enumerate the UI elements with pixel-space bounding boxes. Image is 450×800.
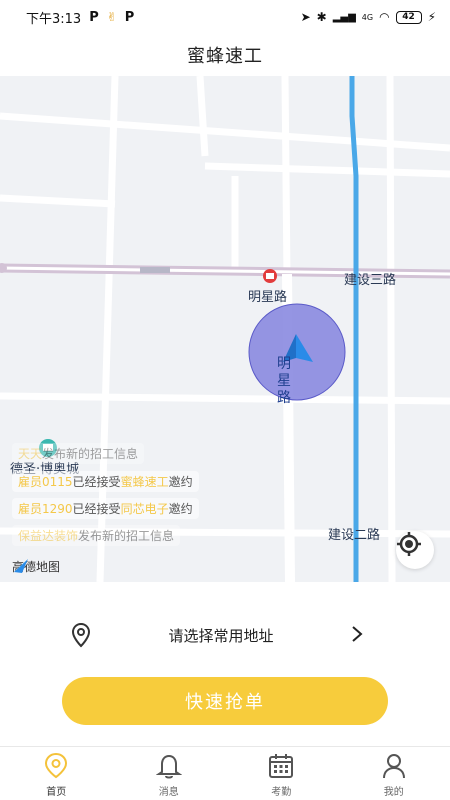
tab-home[interactable]: 首页 bbox=[0, 747, 113, 800]
page-title: 蜜蜂速工 bbox=[187, 46, 263, 67]
battery-icon: 42 bbox=[395, 10, 422, 24]
tab-mine[interactable]: 我的 bbox=[338, 747, 450, 800]
bee-app-icon: ✌ bbox=[106, 10, 117, 24]
amap-attribution: 高德地图 bbox=[12, 558, 60, 575]
status-time: 下午3:13 bbox=[26, 11, 82, 27]
location-arrow-icon: ➤ bbox=[300, 10, 311, 24]
page-title-bar: 蜜蜂速工 bbox=[0, 34, 450, 76]
user-icon bbox=[382, 754, 405, 779]
address-label: 请选择常用地址 bbox=[168, 626, 274, 645]
parking-app-icon: P bbox=[89, 9, 99, 25]
quick-grab-order-button[interactable]: 快速抢单 bbox=[62, 677, 388, 725]
parking-app-icon-2: P bbox=[124, 9, 135, 25]
amap-logo-icon bbox=[14, 559, 28, 573]
ticker-item: 天天发布新的招工信息 bbox=[12, 443, 145, 464]
tab-label: 首页 bbox=[46, 787, 67, 798]
wifi-icon: ◠ bbox=[379, 10, 390, 24]
tab-label: 消息 bbox=[158, 787, 179, 798]
map-view[interactable]: 建设三路 明星路 明星路 建设二路 德圣·博奥城 天天发布新的招工信息 雇员01… bbox=[0, 76, 450, 582]
ticker-item: 保益达装饰发布新的招工信息 bbox=[12, 525, 181, 546]
network-type: 4G bbox=[361, 12, 374, 22]
address-selector[interactable]: 请选择常用地址 bbox=[0, 610, 450, 660]
calendar-icon bbox=[269, 754, 294, 778]
locate-target-icon bbox=[397, 532, 421, 556]
ticker-item: 雇员1290已经接受同芯电子邀约 bbox=[12, 498, 199, 519]
bottom-tab-bar: 首页 消息 考勤 我的 bbox=[0, 746, 450, 800]
road-label-jianshe-2: 建设二路 bbox=[328, 528, 381, 543]
tab-label: 我的 bbox=[383, 787, 404, 798]
road-label-mingxing: 明星路 bbox=[248, 290, 288, 305]
bluetooth-icon: ✱ bbox=[316, 10, 327, 24]
location-pin-icon bbox=[45, 752, 68, 779]
road-label-jianshe-3: 建设三路 bbox=[344, 273, 397, 288]
status-bar: 下午3:13 P ✌ P ➤ ✱ ▂▄▆ 4G ◠ 42 ⚡ bbox=[0, 0, 450, 34]
locate-me-button[interactable] bbox=[396, 531, 434, 569]
bell-icon bbox=[155, 754, 182, 779]
road-label-mingxing-vertical: 明星路 bbox=[277, 356, 291, 406]
location-pin-icon bbox=[71, 622, 91, 648]
chevron-right-icon bbox=[352, 626, 363, 642]
ticker-item: 雇员0115已经接受蜜蜂速工邀约 bbox=[12, 471, 199, 492]
tab-messages[interactable]: 消息 bbox=[113, 747, 226, 800]
tab-attendance[interactable]: 考勤 bbox=[225, 747, 338, 800]
charging-icon: ⚡ bbox=[427, 10, 436, 24]
tab-label: 考勤 bbox=[271, 787, 292, 798]
signal-icon: ▂▄▆ bbox=[332, 11, 356, 23]
